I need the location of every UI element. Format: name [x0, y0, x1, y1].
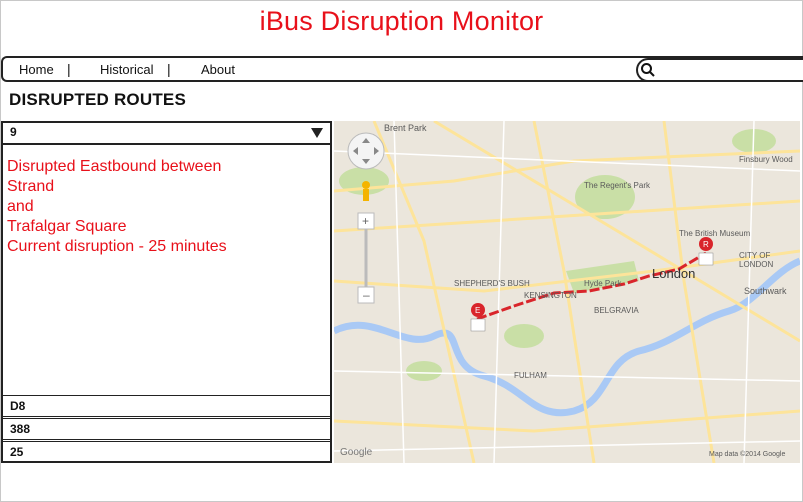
map-label: Hyde Park	[584, 279, 622, 288]
map-label: London	[652, 266, 696, 281]
disruption-line: Trafalgar Square	[7, 218, 127, 235]
section-title: DISRUPTED ROUTES	[9, 90, 186, 109]
nav-historical-link[interactable]: Historical	[100, 62, 153, 77]
route-panel: 9 Disrupted Eastbound between Strand and…	[1, 121, 332, 463]
route-list-item[interactable]: 388	[3, 418, 330, 440]
svg-text:–: –	[363, 288, 370, 302]
end-marker-label: R	[703, 240, 709, 249]
start-marker-label: E	[475, 306, 480, 315]
map-pan-control[interactable]	[347, 132, 385, 170]
route-list-item[interactable]: D8	[3, 395, 330, 417]
disruption-line: Disrupted Eastbound between	[7, 158, 222, 175]
svg-text:+: +	[362, 214, 369, 228]
map-label: Finsbury Wood	[739, 155, 793, 164]
route-select-value: 9	[10, 125, 17, 139]
search-input[interactable]	[636, 58, 803, 82]
nav-separator: |	[167, 61, 171, 77]
disruption-line: Current disruption - 25 minutes	[7, 238, 227, 255]
route-list: D8 388 25	[3, 395, 330, 464]
app-title: iBus Disruption Monitor	[259, 6, 544, 36]
map-label: Southwark	[744, 286, 787, 296]
map-label: The British Museum	[679, 229, 751, 238]
map-copyright: Map data ©2014 Google	[709, 451, 786, 458]
map-label: Brent Park	[384, 123, 427, 133]
map-label: BELGRAVIA	[594, 306, 639, 315]
disruption-details: Disrupted Eastbound between Strand and T…	[7, 157, 327, 257]
google-logo: Google	[340, 447, 373, 458]
search-icon[interactable]	[640, 62, 656, 78]
route-list-item[interactable]: 25	[3, 441, 330, 463]
map-label: FULHAM	[514, 371, 547, 380]
map-label: SHEPHERD'S BUSH	[454, 279, 530, 288]
nav-home-link[interactable]: Home	[19, 62, 54, 77]
street-view-pegman-icon[interactable]	[362, 181, 370, 201]
dropdown-arrow-icon[interactable]	[311, 128, 323, 138]
map-label: The Regent's Park	[584, 181, 651, 190]
route-select[interactable]: 9	[3, 123, 330, 145]
nav-about-link[interactable]: About	[201, 62, 235, 77]
disruption-line: and	[7, 198, 34, 215]
nav-separator: |	[67, 61, 71, 77]
map-label: KENSINGTON	[524, 291, 577, 300]
map-label: CITY OF LONDON	[739, 251, 774, 269]
map-view[interactable]: E R + – Brent Park The Regent's Park Hyd…	[334, 121, 800, 463]
disruption-line: Strand	[7, 178, 55, 195]
